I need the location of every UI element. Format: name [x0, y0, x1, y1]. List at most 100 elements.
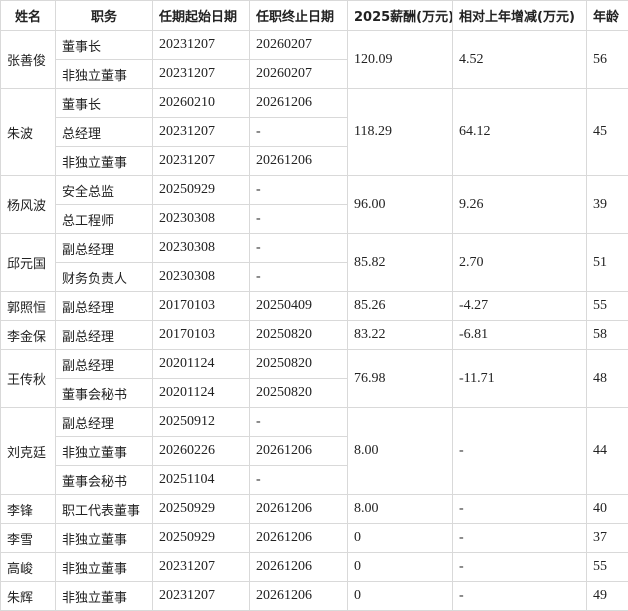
age: 58 [587, 321, 628, 350]
role-title: 安全总监 [56, 176, 153, 205]
role-title: 非独立董事 [56, 524, 153, 553]
column-header-salary: 2025薪酬(万元) [348, 1, 453, 31]
salary-2025: 120.09 [348, 31, 453, 89]
table-row: 李雪非独立董事20250929202612060-37 [1, 524, 628, 553]
salary-change: -4.27 [453, 292, 587, 321]
salary-2025: 83.22 [348, 321, 453, 350]
role-title: 职工代表董事 [56, 495, 153, 524]
term-start-date: 20250929 [153, 495, 250, 524]
table-row: 朱辉非独立董事20231207202612060-49 [1, 582, 628, 611]
salary-2025: 0 [348, 524, 453, 553]
term-end-date: 20261206 [250, 437, 348, 466]
role-title: 总经理 [56, 118, 153, 147]
term-end-date: 20261206 [250, 582, 348, 611]
age: 49 [587, 582, 628, 611]
term-start-date: 20170103 [153, 292, 250, 321]
term-start-date: 20260210 [153, 89, 250, 118]
salary-2025: 96.00 [348, 176, 453, 234]
table-row: 张善俊董事长2023120720260207120.094.5256 [1, 31, 628, 60]
salary-change: - [453, 524, 587, 553]
person-name: 高峻 [1, 553, 56, 582]
role-title: 副总经理 [56, 321, 153, 350]
person-name: 李锋 [1, 495, 56, 524]
age: 51 [587, 234, 628, 292]
person-name: 王传秋 [1, 350, 56, 408]
age: 55 [587, 553, 628, 582]
table-row: 高峻非独立董事20231207202612060-55 [1, 553, 628, 582]
role-title: 财务负责人 [56, 263, 153, 292]
term-start-date: 20230308 [153, 263, 250, 292]
term-end-date: - [250, 263, 348, 292]
table-row: 王传秋副总经理202011242025082076.98-11.7148 [1, 350, 628, 379]
table-row: 朱波董事长2026021020261206118.2964.1245 [1, 89, 628, 118]
term-end-date: - [250, 176, 348, 205]
term-end-date: - [250, 234, 348, 263]
salary-2025: 0 [348, 553, 453, 582]
age: 37 [587, 524, 628, 553]
salary-change: 4.52 [453, 31, 587, 89]
role-title: 董事会秘书 [56, 379, 153, 408]
salary-2025: 8.00 [348, 495, 453, 524]
salary-2025: 118.29 [348, 89, 453, 176]
table-body: 张善俊董事长2023120720260207120.094.5256非独立董事2… [1, 31, 628, 611]
salary-change: 64.12 [453, 89, 587, 176]
column-header-term-end: 任职终止日期 [250, 1, 348, 31]
person-name: 刘克廷 [1, 408, 56, 495]
table-row: 李锋职工代表董事20250929202612068.00-40 [1, 495, 628, 524]
role-title: 副总经理 [56, 350, 153, 379]
term-end-date: 20250409 [250, 292, 348, 321]
term-start-date: 20231207 [153, 582, 250, 611]
term-start-date: 20231207 [153, 60, 250, 89]
term-end-date: - [250, 205, 348, 234]
salary-2025: 0 [348, 582, 453, 611]
term-start-date: 20231207 [153, 31, 250, 60]
term-end-date: - [250, 408, 348, 437]
term-end-date: 20250820 [250, 379, 348, 408]
salary-change: - [453, 582, 587, 611]
term-start-date: 20260226 [153, 437, 250, 466]
age: 40 [587, 495, 628, 524]
role-title: 董事长 [56, 31, 153, 60]
person-name: 郭照恒 [1, 292, 56, 321]
executive-compensation-table: 姓名 职务 任期起始日期 任职终止日期 2025薪酬(万元) 相对上年增减(万元… [0, 0, 628, 611]
salary-change: -6.81 [453, 321, 587, 350]
term-end-date: 20260207 [250, 31, 348, 60]
term-start-date: 20230308 [153, 205, 250, 234]
table-header-row: 姓名 职务 任期起始日期 任职终止日期 2025薪酬(万元) 相对上年增减(万元… [1, 1, 628, 31]
term-end-date: 20261206 [250, 524, 348, 553]
person-name: 朱波 [1, 89, 56, 176]
term-start-date: 20250929 [153, 176, 250, 205]
role-title: 副总经理 [56, 408, 153, 437]
term-end-date: - [250, 118, 348, 147]
term-end-date: 20260207 [250, 60, 348, 89]
role-title: 副总经理 [56, 292, 153, 321]
salary-2025: 8.00 [348, 408, 453, 495]
column-header-term-start: 任期起始日期 [153, 1, 250, 31]
salary-change: - [453, 408, 587, 495]
person-name: 李金保 [1, 321, 56, 350]
table-row: 李金保副总经理201701032025082083.22-6.8158 [1, 321, 628, 350]
term-start-date: 20250912 [153, 408, 250, 437]
term-start-date: 20231207 [153, 553, 250, 582]
role-title: 非独立董事 [56, 582, 153, 611]
role-title: 董事长 [56, 89, 153, 118]
column-header-name: 姓名 [1, 1, 56, 31]
person-name: 李雪 [1, 524, 56, 553]
table-row: 邱元国副总经理20230308-85.822.7051 [1, 234, 628, 263]
role-title: 非独立董事 [56, 437, 153, 466]
term-end-date: - [250, 466, 348, 495]
role-title: 非独立董事 [56, 553, 153, 582]
age: 56 [587, 31, 628, 89]
role-title: 副总经理 [56, 234, 153, 263]
role-title: 非独立董事 [56, 60, 153, 89]
age: 55 [587, 292, 628, 321]
salary-change: 9.26 [453, 176, 587, 234]
term-end-date: 20261206 [250, 553, 348, 582]
term-start-date: 20230308 [153, 234, 250, 263]
salary-change: - [453, 495, 587, 524]
age: 44 [587, 408, 628, 495]
term-end-date: 20261206 [250, 495, 348, 524]
salary-2025: 85.26 [348, 292, 453, 321]
term-start-date: 20251104 [153, 466, 250, 495]
term-start-date: 20231207 [153, 118, 250, 147]
